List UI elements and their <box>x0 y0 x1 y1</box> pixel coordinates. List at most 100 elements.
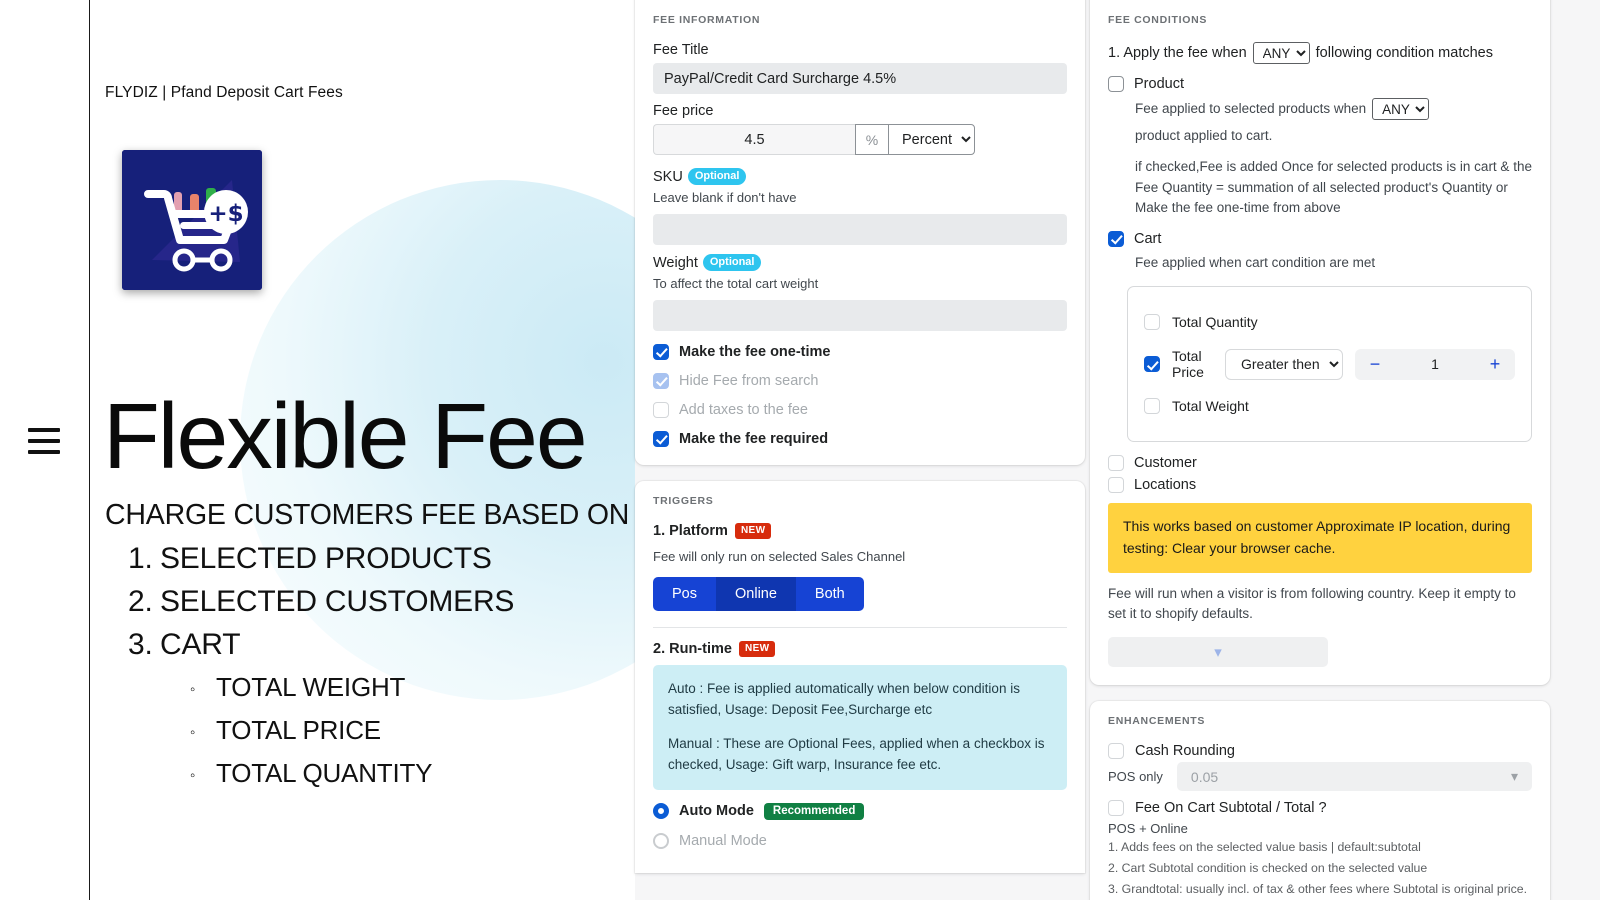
auto-mode-label: Auto Mode <box>679 803 754 820</box>
cart-conditions-box: Total Quantity Total Price Greater then … <box>1127 286 1532 443</box>
weight-input[interactable] <box>653 300 1067 331</box>
checkbox-row-required[interactable]: Make the fee required <box>653 431 1067 447</box>
fee-price-input[interactable] <box>653 124 855 155</box>
customer-checkbox[interactable] <box>1108 455 1124 472</box>
add-taxes-checkbox <box>653 402 669 418</box>
fee-conditions-section-title: FEE CONDITIONS <box>1108 14 1208 26</box>
fee-information-card: FEE INFORMATION Fee Title Fee price % Pe… <box>635 0 1085 465</box>
enhancement-note-3: 3. Grandtotal: usually incl. of tax & ot… <box>1108 881 1527 896</box>
rounding-value: 0.05 <box>1190 768 1219 785</box>
weight-label-text: Weight <box>653 255 698 271</box>
product-checkbox[interactable] <box>1108 76 1124 92</box>
stepper-increment-button[interactable]: + <box>1475 349 1515 380</box>
platform-option-both[interactable]: Both <box>795 577 864 611</box>
pos-online-label: POS + Online <box>1108 821 1188 837</box>
auto-mode-row[interactable]: Auto Mode Recommended <box>653 802 1067 820</box>
enhancement-note-1: 1. Adds fees on the selected value basis… <box>1108 840 1421 855</box>
enhancements-card: ENHANCEMENTS Cash Rounding POS only 0.05… <box>1090 701 1550 900</box>
country-select[interactable]: ▾ <box>1108 637 1328 668</box>
fee-on-cart-checkbox[interactable] <box>1108 800 1124 817</box>
total-price-row[interactable]: Total Price Greater then − 1 + <box>1144 343 1515 385</box>
cash-rounding-checkbox[interactable] <box>1108 743 1124 760</box>
manual-mode-radio[interactable] <box>653 832 669 849</box>
list-number: 1. <box>128 542 153 575</box>
cart-checkbox[interactable] <box>1108 231 1124 247</box>
locations-label: Locations <box>1134 477 1197 494</box>
total-weight-row[interactable]: Total Weight <box>1144 385 1515 427</box>
cart-help: Fee applied when cart condition are met <box>1135 255 1376 270</box>
one-time-label: Make the fee one-time <box>679 344 831 360</box>
checkbox-row-hide-from-search: Hide Fee from search <box>653 373 1067 389</box>
total-price-checkbox[interactable] <box>1144 356 1160 373</box>
rounding-value-select[interactable]: 0.05 ▾ <box>1176 762 1532 792</box>
enhancements-section-title: ENHANCEMENTS <box>1108 715 1206 728</box>
apply-prefix-text: 1. Apply the fee when <box>1108 45 1247 61</box>
rounding-control-row: POS only 0.05 ▾ <box>1108 762 1532 792</box>
one-time-checkbox[interactable] <box>653 344 669 360</box>
triggers-section-title: TRIGGERS <box>653 495 714 507</box>
platform-option-pos[interactable]: Pos <box>653 577 716 611</box>
checkbox-row-one-time[interactable]: Make the fee one-time <box>653 344 1067 360</box>
platform-segmented-control[interactable]: Pos Online Both <box>653 577 864 611</box>
fee-price-row: % Percent <box>653 124 1067 155</box>
platform-new-badge: NEW <box>734 523 772 539</box>
percent-symbol: % <box>855 124 888 155</box>
runtime-note-box: Auto : Fee is applied automatically when… <box>653 665 1067 790</box>
hide-from-search-label: Hide Fee from search <box>679 373 819 389</box>
sublist-label: TOTAL PRICE <box>216 715 381 745</box>
total-quantity-row[interactable]: Total Quantity <box>1144 301 1515 343</box>
cash-rounding-row[interactable]: Cash Rounding <box>1108 743 1532 760</box>
weight-help: To affect the total cart weight <box>653 276 819 291</box>
cash-rounding-label: Cash Rounding <box>1135 743 1235 760</box>
auto-mode-radio[interactable] <box>653 803 669 820</box>
pos-only-label: POS only <box>1108 769 1163 785</box>
total-price-label: Total Price <box>1172 348 1204 381</box>
fee-on-cart-row[interactable]: Fee On Cart Subtotal / Total ? <box>1108 800 1532 817</box>
hamburger-menu-icon[interactable] <box>28 428 60 454</box>
sku-label-text: SKU <box>653 169 683 185</box>
stepper-decrement-button[interactable]: − <box>1355 349 1395 380</box>
add-taxes-label: Add taxes to the fee <box>679 402 808 418</box>
country-help: Fee will run when a visitor is from foll… <box>1108 585 1516 621</box>
hero-list-item-3: 3. CART <box>128 628 241 662</box>
apply-suffix-text: following condition matches <box>1315 45 1493 61</box>
apply-match-select[interactable]: ANY <box>1252 42 1310 64</box>
runtime-note-auto: Auto : Fee is applied automatically when… <box>668 681 1020 717</box>
customer-condition-row[interactable]: Customer <box>1108 455 1532 472</box>
total-weight-checkbox[interactable] <box>1144 398 1160 415</box>
right-column: FEE CONDITIONS 1. Apply the fee when ANY… <box>1090 0 1550 900</box>
app-screenshot: FEE INFORMATION Fee Title Fee price % Pe… <box>635 0 1600 900</box>
list-number: 2. <box>128 585 153 618</box>
left-rail <box>0 0 90 900</box>
brand-line: FLYDIZ | Pfand Deposit Cart Fees <box>105 84 343 101</box>
app-logo: +$ <box>122 150 262 290</box>
chevron-down-icon: ▾ <box>1214 644 1222 662</box>
list-label: SELECTED PRODUCTS <box>160 542 492 575</box>
weight-label: Weight Optional <box>653 254 1067 271</box>
total-price-stepper[interactable]: − 1 + <box>1355 348 1515 380</box>
fee-unit-select[interactable]: Percent <box>888 124 975 155</box>
sku-label: SKU Optional <box>653 168 1067 185</box>
fee-required-checkbox[interactable] <box>653 431 669 447</box>
page-root: FLYDIZ | Pfand Deposit Cart Fees +$ Flex… <box>0 0 1600 900</box>
hero-sublist-item-1: ◦ TOTAL WEIGHT <box>190 672 405 703</box>
runtime-note-manual: Manual : These are Optional Fees, applie… <box>668 735 1045 772</box>
sku-input[interactable] <box>653 214 1067 245</box>
fee-title-input[interactable] <box>653 63 1067 94</box>
total-price-operator-select[interactable]: Greater then <box>1225 348 1343 380</box>
total-quantity-checkbox[interactable] <box>1144 314 1160 331</box>
enhancement-note-2: 2. Cart Subtotal condition is checked on… <box>1108 860 1428 875</box>
triggers-card: TRIGGERS 1. Platform NEW Fee will only r… <box>635 481 1085 873</box>
checkbox-row-add-taxes: Add taxes to the fee <box>653 402 1067 418</box>
cart-condition-row[interactable]: Cart <box>1108 231 1532 247</box>
ip-location-warning: This works based on customer Approximate… <box>1108 503 1532 573</box>
product-match-select[interactable]: ANY <box>1372 98 1430 120</box>
platform-option-online[interactable]: Online <box>716 577 796 611</box>
locations-checkbox[interactable] <box>1108 477 1124 494</box>
sublist-label: TOTAL QUANTITY <box>216 758 433 788</box>
locations-condition-row[interactable]: Locations <box>1108 477 1532 494</box>
total-quantity-label: Total Quantity <box>1172 314 1258 331</box>
list-number: 3. <box>128 628 153 661</box>
manual-mode-row[interactable]: Manual Mode <box>653 832 1067 849</box>
product-condition-row[interactable]: Product <box>1108 76 1532 92</box>
